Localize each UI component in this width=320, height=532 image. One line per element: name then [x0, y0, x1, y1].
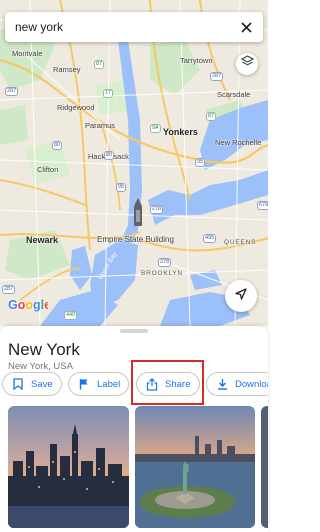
sheet-drag-handle[interactable]: [120, 329, 148, 333]
search-bar[interactable]: new york: [5, 12, 263, 42]
share-button[interactable]: Share: [136, 372, 200, 396]
route-shield: 17: [103, 89, 114, 98]
route-shield: 278: [150, 205, 164, 214]
close-icon[interactable]: [239, 20, 253, 34]
map-label-scarsdale: Scarsdale: [217, 90, 251, 99]
bookmark-icon: [12, 378, 24, 390]
route-shield: 678: [257, 201, 268, 210]
route-shield: 278: [158, 258, 172, 267]
google-logo: Google: [8, 297, 51, 316]
map-label-newark: Newark: [26, 235, 59, 245]
route-shield: 95: [195, 158, 206, 167]
download-button[interactable]: Download: [206, 372, 268, 396]
route-shield: 495: [203, 234, 217, 243]
action-buttons-row: Save Label Share Download: [2, 372, 268, 398]
layers-icon: [240, 55, 254, 73]
route-shield: 95: [116, 183, 127, 192]
navigation-arrow-icon: [234, 287, 248, 306]
map-label-ramsey: Ramsey: [53, 65, 81, 74]
route-shield: 87: [94, 60, 105, 69]
map-label-empire-state-building: Empire State Building: [97, 235, 174, 244]
statue-of-liberty-photo[interactable]: [135, 406, 255, 528]
map-label-yonkers: Yonkers: [163, 127, 198, 137]
place-subtitle: New York, USA: [8, 361, 73, 372]
map-view[interactable]: Montvale Ramsey Tarrytown Scarsdale Ridg…: [0, 0, 268, 326]
download-icon: [216, 378, 228, 390]
label-button[interactable]: Label: [68, 372, 129, 396]
save-button[interactable]: Save: [2, 372, 62, 396]
save-button-label: Save: [31, 378, 53, 390]
search-input[interactable]: new york: [15, 20, 239, 34]
route-shield: 87: [206, 112, 217, 121]
place-sheet[interactable]: New York New York, USA Save Label Share …: [0, 326, 268, 532]
map-label-paramus: Paramus: [85, 121, 116, 130]
share-button-label: Share: [165, 378, 191, 390]
google-logo-wordmark: Google: [8, 298, 51, 312]
third-photo[interactable]: [261, 406, 268, 528]
photo-carousel[interactable]: [0, 406, 268, 532]
route-shield: 287: [210, 72, 224, 81]
route-shield: 287: [2, 285, 16, 294]
route-shield: 9A: [150, 124, 161, 133]
label-button-label: Label: [97, 378, 121, 390]
map-label-clifton: Clifton: [37, 165, 59, 174]
route-shield: 80: [104, 151, 115, 160]
flag-icon: [78, 378, 90, 390]
route-shield: 440: [64, 311, 78, 320]
my-location-button[interactable]: [225, 280, 257, 312]
route-shield: 80: [52, 141, 63, 150]
place-title: New York: [8, 340, 80, 359]
map-label-brooklyn: BROOKLYN: [141, 270, 184, 277]
map-label-queens: QUEENS: [224, 239, 257, 246]
layers-button[interactable]: [236, 53, 258, 75]
download-button-label: Download: [235, 378, 268, 390]
map-label-montvale: Montvale: [12, 49, 43, 58]
map-label-ridgewood: Ridgewood: [57, 103, 95, 112]
manhattan-skyline-photo[interactable]: [8, 406, 129, 528]
route-shield: 287: [5, 87, 19, 96]
share-icon: [146, 377, 158, 391]
map-label-tarrytown: Tarrytown: [180, 56, 213, 65]
map-label-new-rochelle: New Rochelle: [215, 138, 262, 147]
svg-text:Google: Google: [8, 298, 48, 312]
